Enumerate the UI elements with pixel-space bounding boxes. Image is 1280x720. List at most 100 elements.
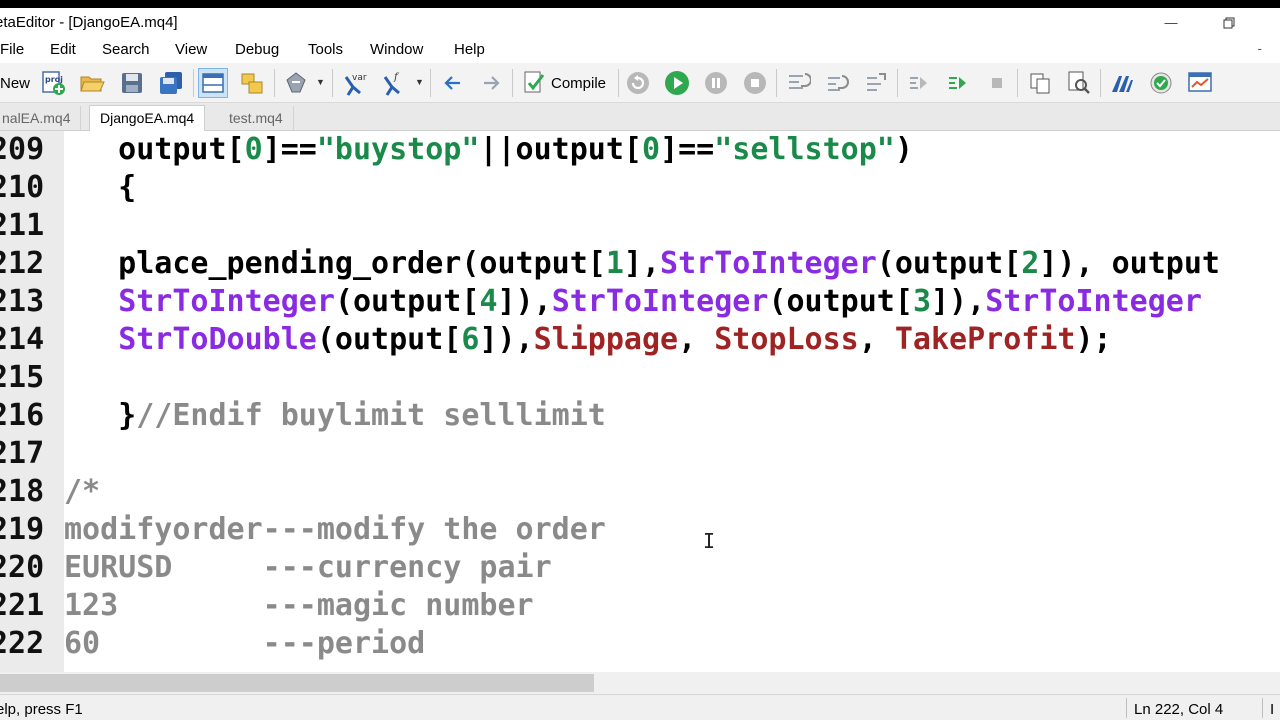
stop-icon <box>744 72 766 94</box>
horizontal-scrollbar[interactable] <box>0 672 1280 694</box>
code-token: "buystop" <box>316 132 480 167</box>
menu-search[interactable]: Search <box>102 41 150 58</box>
code-editor[interactable]: 209 output[0]=="buystop"||output[0]=="se… <box>0 131 1280 672</box>
svg-text:f: f <box>393 72 400 83</box>
menu-file[interactable]: File <box>0 41 24 58</box>
toolbox-button[interactable] <box>237 68 267 98</box>
find-in-files-button[interactable] <box>1064 68 1094 98</box>
tab-nalea[interactable]: nalEA.mq4 <box>0 106 82 131</box>
code-token: 6 <box>461 322 480 357</box>
insert-variable-button[interactable]: var <box>339 68 369 98</box>
mdi-minimize-button[interactable]: - <box>1258 41 1262 56</box>
line-number: 216 <box>0 398 45 433</box>
styler-button[interactable] <box>281 68 311 98</box>
svg-text:proj: proj <box>45 75 63 84</box>
code-text: output[0]=="buystop"||output[0]=="sellst… <box>64 131 913 169</box>
compile-icon <box>524 71 545 93</box>
line-number: 221 <box>0 588 45 623</box>
menu-window[interactable]: Window <box>370 41 423 58</box>
open-button[interactable] <box>77 68 107 98</box>
code-token: { <box>64 170 137 205</box>
step-over-icon <box>828 75 849 91</box>
minimize-icon: — <box>1164 15 1178 30</box>
step-into-button[interactable] <box>783 68 813 98</box>
code-token: output[ <box>64 132 245 167</box>
profile-icon <box>910 77 927 89</box>
forward-button[interactable] <box>476 68 506 98</box>
variable-icon: var <box>344 73 367 96</box>
market-button[interactable] <box>1146 68 1176 98</box>
code-token: } <box>64 398 137 433</box>
line-number: 219 <box>0 512 45 547</box>
line-number: 217 <box>0 436 45 471</box>
menu-edit[interactable]: Edit <box>50 41 76 58</box>
toolbar-separator <box>332 69 333 97</box>
cursor-position: Ln 222, Col 4 <box>1134 701 1224 718</box>
start-profiling-real-button[interactable] <box>904 68 934 98</box>
pause-debug-button[interactable] <box>701 68 731 98</box>
line-number: 215 <box>0 360 45 395</box>
debug-restart-button[interactable] <box>623 68 653 98</box>
navigator-toggle-button[interactable] <box>198 68 228 98</box>
styler-dropdown-icon[interactable]: ▼ <box>316 77 325 87</box>
code-text: place_pending_order(output[1],StrToInteg… <box>64 245 1220 283</box>
code-text: 60 ---period <box>64 625 425 663</box>
new-project-button[interactable]: proj <box>38 68 68 98</box>
restart-icon <box>627 72 649 94</box>
code-token: (output[ <box>316 322 462 357</box>
code-token: ]), <box>479 322 534 357</box>
line-number: 211 <box>0 208 45 243</box>
compile-button-icon-wrap[interactable] <box>519 68 549 98</box>
code-line: 215 <box>0 359 1280 397</box>
folder-open-icon <box>80 76 105 92</box>
code-text: EURUSD ---currency pair <box>64 549 552 587</box>
save-all-button[interactable] <box>156 68 186 98</box>
code-token: TakeProfit <box>894 322 1076 357</box>
restore-button[interactable] <box>1206 8 1252 37</box>
function-dropdown-icon[interactable]: ▼ <box>415 77 424 87</box>
strategy-tester-button[interactable] <box>1185 68 1215 98</box>
layout-panels-icon <box>202 73 224 93</box>
code-text: /* <box>64 473 100 511</box>
floppy-disk-icon <box>122 73 142 93</box>
code-line: 218 /* <box>0 473 1280 511</box>
new-button-label[interactable]: New <box>0 75 30 92</box>
toolbar-separator <box>193 69 194 97</box>
menu-help[interactable]: Help <box>454 41 485 58</box>
code-token: place_pending_order(output[ <box>64 246 606 281</box>
code-token: (output[ <box>768 284 913 319</box>
step-out-button[interactable] <box>861 68 891 98</box>
tester-chart-icon <box>1188 72 1212 92</box>
copy-button[interactable] <box>1025 68 1055 98</box>
save-button[interactable] <box>117 68 147 98</box>
step-over-button[interactable] <box>822 68 852 98</box>
toolbar-separator <box>512 69 513 97</box>
code-line: 211 <box>0 207 1280 245</box>
code-token: ]), <box>497 284 552 319</box>
compile-button[interactable]: Compile <box>551 75 606 92</box>
tab-djangoea[interactable]: DjangoEA.mq4 <box>89 105 206 132</box>
start-debug-button[interactable] <box>662 68 692 98</box>
stop-debug-button[interactable] <box>740 68 770 98</box>
restore-icon <box>1223 17 1235 28</box>
step-into-icon <box>789 73 811 89</box>
minimize-button[interactable]: — <box>1148 8 1194 37</box>
code-token: ], <box>623 246 661 281</box>
metatrader-button[interactable] <box>1107 68 1137 98</box>
code-token: ]== <box>262 132 317 167</box>
insert-function-button[interactable]: f <box>378 68 408 98</box>
menu-view[interactable]: View <box>175 41 207 58</box>
tab-test[interactable]: test.mq4 <box>219 106 294 131</box>
start-profiling-history-button[interactable] <box>943 68 973 98</box>
code-token: Slippage <box>533 322 679 357</box>
line-number: 212 <box>0 246 45 281</box>
code-text: { <box>64 169 136 207</box>
stop-profiling-button[interactable] <box>982 68 1012 98</box>
status-separator <box>1126 698 1127 718</box>
toolbar-separator <box>897 69 898 97</box>
scrollbar-thumb[interactable] <box>0 674 594 692</box>
menu-tools[interactable]: Tools <box>308 41 343 58</box>
back-button[interactable] <box>438 68 468 98</box>
status-separator <box>1262 698 1263 718</box>
menu-debug[interactable]: Debug <box>235 41 279 58</box>
